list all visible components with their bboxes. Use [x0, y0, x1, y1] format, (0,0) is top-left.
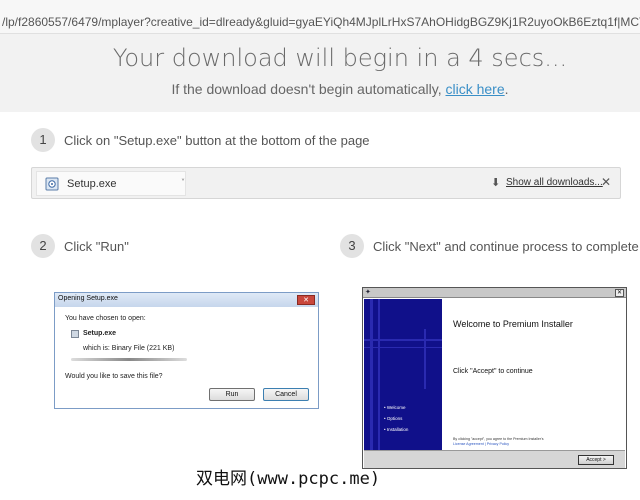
installer-window-image: ✦ ✕ • Welcome • Options • Installation W…: [362, 287, 627, 469]
dialog-title: Opening Setup.exe: [58, 295, 118, 302]
chevron-down-icon[interactable]: ˅: [181, 178, 185, 187]
installer-titlebar: ✦ ✕: [363, 288, 626, 298]
show-all-downloads-link[interactable]: Show all downloads...: [506, 177, 603, 188]
step-2-number: 2: [31, 234, 55, 258]
site-watermark: 双电网(www.pcpc.me): [196, 469, 381, 489]
run-button: Run: [209, 388, 255, 401]
step-1-text: Click on "Setup.exe" button at the botto…: [64, 133, 370, 148]
installer-nav-installation: • Installation: [384, 427, 409, 432]
installer-accept-prompt: Click "Accept" to continue: [453, 368, 533, 375]
sidebar-decoration: [424, 329, 426, 389]
close-icon: ✕: [297, 295, 315, 305]
installer-heading: Welcome to Premium Installer: [453, 319, 573, 329]
download-hero: Your download will begin in a 4 secs... …: [0, 34, 640, 112]
step-3-number: 3: [340, 234, 364, 258]
hero-title: Your download will begin in a 4 secs...: [112, 44, 568, 72]
installer-logo-icon: ✦: [365, 288, 371, 296]
dialog-chosen-text: You have chosen to open:: [65, 315, 146, 322]
installer-legal-links: License Agreement | Privacy Policy: [453, 442, 510, 446]
hero-subtitle-text: If the download doesn't begin automatica…: [171, 81, 446, 97]
cancel-button: Cancel: [263, 388, 309, 401]
step-3-text: Click "Next" and continue process to com…: [373, 239, 639, 254]
sidebar-decoration: [378, 299, 380, 450]
sidebar-decoration: [370, 299, 373, 450]
download-item-setup[interactable]: Setup.exe ˅: [36, 171, 186, 196]
dialog-question: Would you like to save this file?: [65, 373, 163, 380]
accept-button: Accept >: [578, 455, 614, 465]
installer-nav-welcome: • Welcome: [384, 405, 406, 410]
hero-subtitle: If the download doesn't begin automatica…: [0, 81, 640, 97]
hero-subtitle-period: .: [504, 81, 509, 97]
installer-sidebar: • Welcome • Options • Installation: [364, 299, 442, 450]
dialog-divider: [71, 358, 187, 361]
installer-button-bar: Accept >: [364, 450, 625, 468]
installer-legal-text: By clicking "accept", you agree to the P…: [453, 437, 544, 441]
browser-address-bar[interactable]: /lp/f2860557/6479/mplayer?creative_id=dl…: [0, 0, 640, 34]
step-2-text: Click "Run": [64, 239, 129, 254]
open-file-dialog-image: Opening Setup.exe ✕ You have chosen to o…: [54, 292, 319, 409]
dialog-file-name: Setup.exe: [83, 330, 117, 337]
dialog-file-type: which is: Binary File (221 KB): [83, 345, 175, 352]
download-file-name: Setup.exe: [67, 178, 117, 190]
click-here-link[interactable]: click here: [446, 81, 505, 97]
download-arrow-icon: ⬇: [491, 176, 501, 189]
url-text[interactable]: /lp/f2860557/6479/mplayer?creative_id=dl…: [2, 15, 640, 29]
sidebar-decoration: [364, 339, 442, 341]
step-1-number: 1: [31, 128, 55, 152]
browser-download-bar: Setup.exe ˅ ⬇ Show all downloads... ✕: [31, 167, 621, 199]
close-icon[interactable]: ✕: [601, 175, 611, 189]
close-icon: ✕: [615, 289, 624, 297]
dialog-titlebar: Opening Setup.exe ✕: [55, 293, 318, 307]
installer-file-icon: [45, 177, 59, 191]
installer-nav-options: • Options: [384, 416, 403, 421]
sidebar-decoration: [364, 347, 442, 348]
file-icon: [71, 330, 79, 338]
